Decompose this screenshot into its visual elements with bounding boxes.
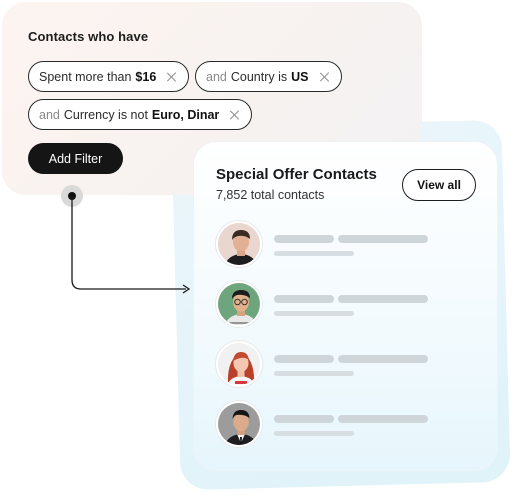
close-icon[interactable] [319, 71, 331, 83]
name-placeholder [338, 355, 428, 363]
chip-label: Currency is not [63, 107, 148, 122]
chip-value: Euro, Dinar [151, 107, 220, 122]
close-icon[interactable] [166, 71, 178, 83]
contacts-card: Special Offer Contacts 7,852 total conta… [193, 141, 498, 471]
filter-chip-currency[interactable]: and Currency is not Euro, Dinar [28, 99, 253, 130]
name-placeholder [338, 295, 428, 303]
chip-label: Spent more than [39, 69, 132, 84]
detail-placeholder [274, 371, 354, 376]
avatar [216, 401, 262, 447]
name-placeholder [338, 235, 428, 243]
avatar [216, 341, 262, 387]
contact-row[interactable] [216, 341, 476, 389]
filter-chip-country[interactable]: and Country is US [195, 61, 342, 92]
filter-title: Contacts who have [28, 29, 149, 44]
add-filter-button[interactable]: Add Filter [28, 143, 123, 174]
filter-chip-spent[interactable]: Spent more than $16 [28, 61, 190, 92]
contacts-count: 7,852 total contacts [216, 188, 325, 202]
detail-placeholder [274, 311, 354, 316]
name-placeholder [274, 415, 334, 423]
contact-row[interactable] [216, 221, 476, 269]
chip-prefix: and [206, 69, 227, 84]
chip-value: US [291, 69, 309, 84]
name-placeholder [274, 235, 334, 243]
contact-row[interactable] [216, 401, 476, 449]
avatar [216, 281, 262, 327]
detail-placeholder [274, 251, 354, 256]
avatar [216, 221, 262, 267]
detail-placeholder [274, 431, 354, 436]
view-all-button[interactable]: View all [402, 169, 476, 201]
name-placeholder [274, 295, 334, 303]
name-placeholder [338, 415, 428, 423]
contacts-title: Special Offer Contacts [216, 166, 377, 183]
name-placeholder [274, 355, 334, 363]
chip-value: $16 [135, 69, 157, 84]
chip-label: Country is [230, 69, 288, 84]
close-icon[interactable] [229, 109, 241, 121]
chip-prefix: and [39, 107, 60, 122]
contact-row[interactable] [216, 281, 476, 329]
